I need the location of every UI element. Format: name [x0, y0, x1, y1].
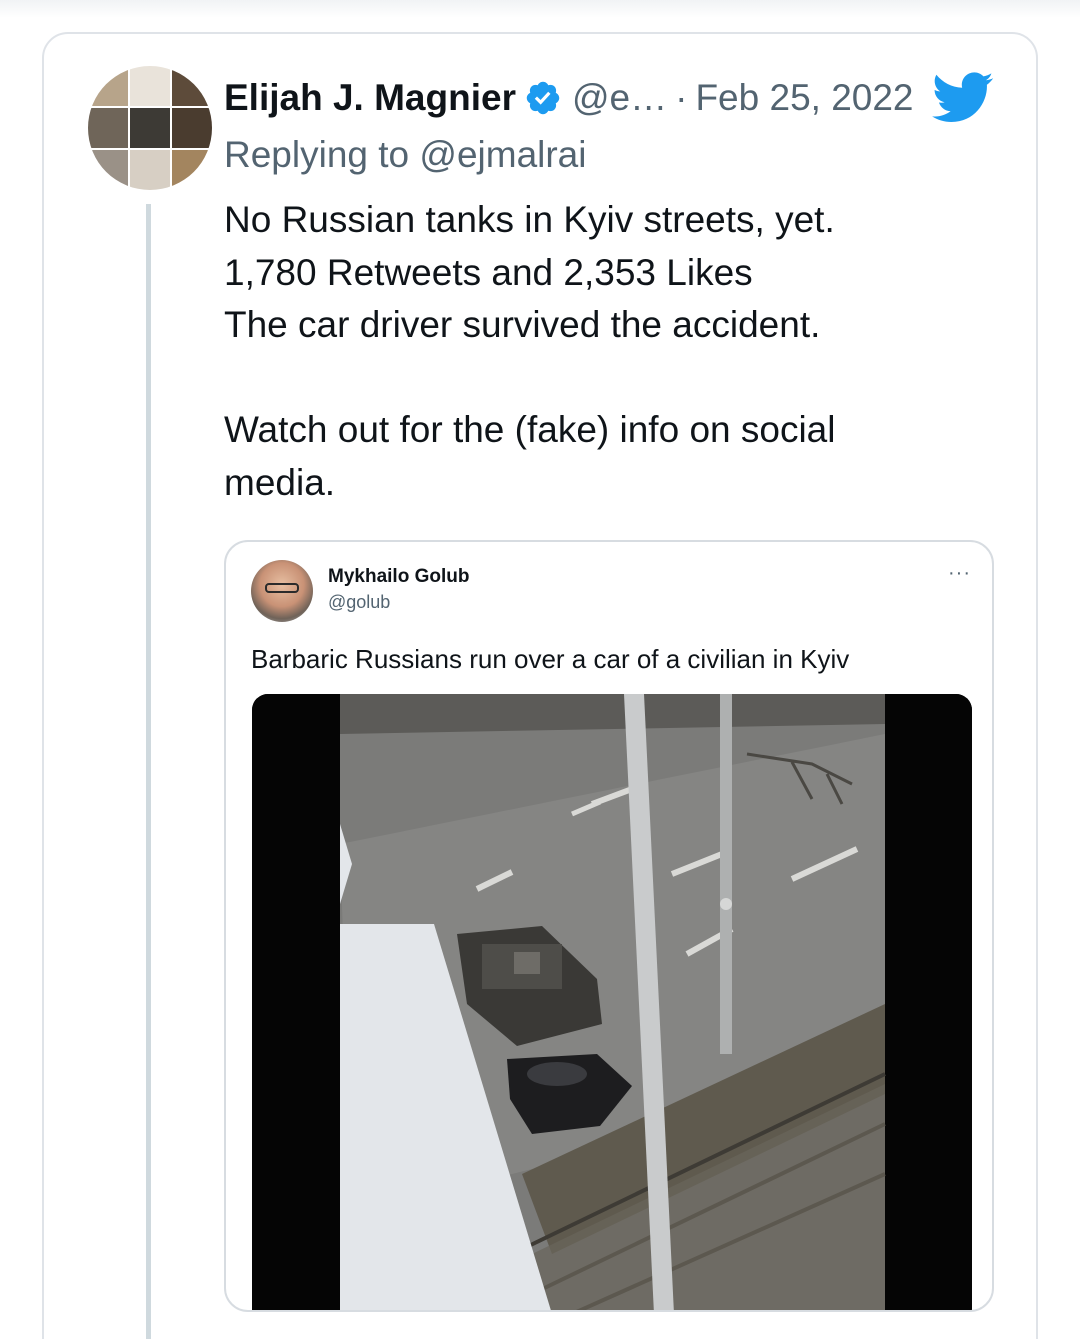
tweet-text-line: The car driver survived the accident.: [224, 304, 821, 345]
thread-line: [146, 204, 151, 1339]
separator-dot: ·: [675, 77, 688, 118]
twitter-bird-icon[interactable]: [932, 72, 994, 124]
verified-badge-icon: [524, 79, 562, 117]
author-name[interactable]: Elijah J. Magnier: [224, 77, 516, 119]
tweet-text-line: 1,780 Retweets and 2,353 Likes: [224, 251, 753, 293]
tweet-text: No Russian tanks in Kyiv streets, yet. 1…: [224, 194, 984, 509]
tweet-text-line: media.: [224, 461, 336, 503]
video-thumbnail[interactable]: [252, 694, 972, 1310]
author-avatar[interactable]: [88, 66, 212, 190]
more-options-icon[interactable]: ···: [948, 562, 971, 585]
quoted-tweet[interactable]: Mykhailo Golub @golub ··· Barbaric Russi…: [224, 540, 994, 1312]
quoted-tweet-text: Barbaric Russians run over a car of a ci…: [251, 644, 850, 674]
replying-to[interactable]: Replying to @ejmalrai: [224, 134, 586, 176]
quoted-author-avatar[interactable]: [251, 560, 313, 622]
author-handle[interactable]: @e…: [572, 77, 667, 119]
tweet-text-line: Watch out for the (fake) info on social: [224, 409, 836, 450]
quoted-author-handle[interactable]: @golub: [328, 592, 390, 613]
tweet-date[interactable]: Feb 25, 2022: [695, 77, 913, 119]
tweet-header: Elijah J. Magnier @e… · Feb 25, 2022: [224, 74, 914, 122]
quoted-author-name[interactable]: Mykhailo Golub: [328, 566, 469, 588]
tweet-text-line: No Russian tanks in Kyiv streets, yet.: [224, 199, 835, 240]
page: Elijah J. Magnier @e… · Feb 25, 2022 Rep…: [0, 0, 1080, 1339]
